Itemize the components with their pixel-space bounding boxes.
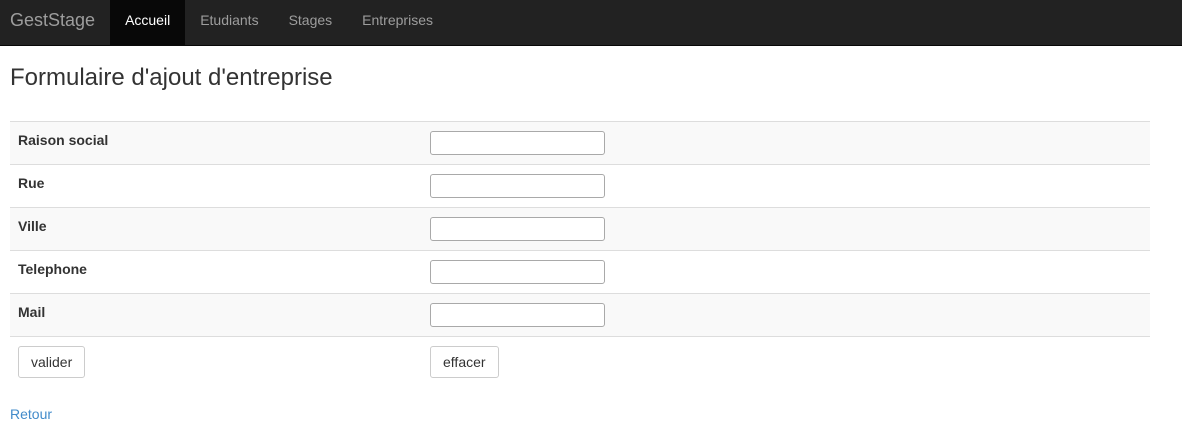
telephone-input[interactable]: [430, 260, 605, 284]
field-label-mail: Mail: [10, 293, 422, 337]
form-row-raison-social: Raison social: [10, 121, 1150, 165]
page-title: Formulaire d'ajout d'entreprise: [10, 64, 333, 91]
raison-social-input[interactable]: [430, 131, 605, 155]
nav-item-etudiants[interactable]: Etudiants: [185, 0, 273, 45]
form-row-rue: Rue: [10, 164, 1150, 208]
submit-button[interactable]: valider: [18, 346, 86, 378]
mail-input[interactable]: [430, 303, 605, 327]
brand-link[interactable]: GestStage: [0, 0, 110, 45]
company-form-table: Raison social Rue Ville Telephone Mail v…: [10, 121, 1150, 387]
nav-item-stages[interactable]: Stages: [274, 0, 348, 45]
back-link[interactable]: Retour: [10, 406, 52, 422]
reset-button[interactable]: effacer: [430, 346, 499, 378]
rue-input[interactable]: [430, 174, 605, 198]
form-row-ville: Ville: [10, 207, 1150, 251]
nav-item-entreprises[interactable]: Entreprises: [347, 0, 448, 45]
ville-input[interactable]: [430, 217, 605, 241]
nav-item-accueil[interactable]: Accueil: [110, 0, 186, 45]
field-label-ville: Ville: [10, 207, 422, 251]
form-actions-row: valider effacer: [10, 336, 1150, 387]
form-row-telephone: Telephone: [10, 250, 1150, 294]
form-row-mail: Mail: [10, 293, 1150, 337]
field-label-raison-social: Raison social: [10, 121, 422, 165]
field-label-rue: Rue: [10, 164, 422, 208]
field-label-telephone: Telephone: [10, 250, 422, 294]
top-navbar: GestStage Accueil Etudiants Stages Entre…: [0, 0, 1182, 46]
